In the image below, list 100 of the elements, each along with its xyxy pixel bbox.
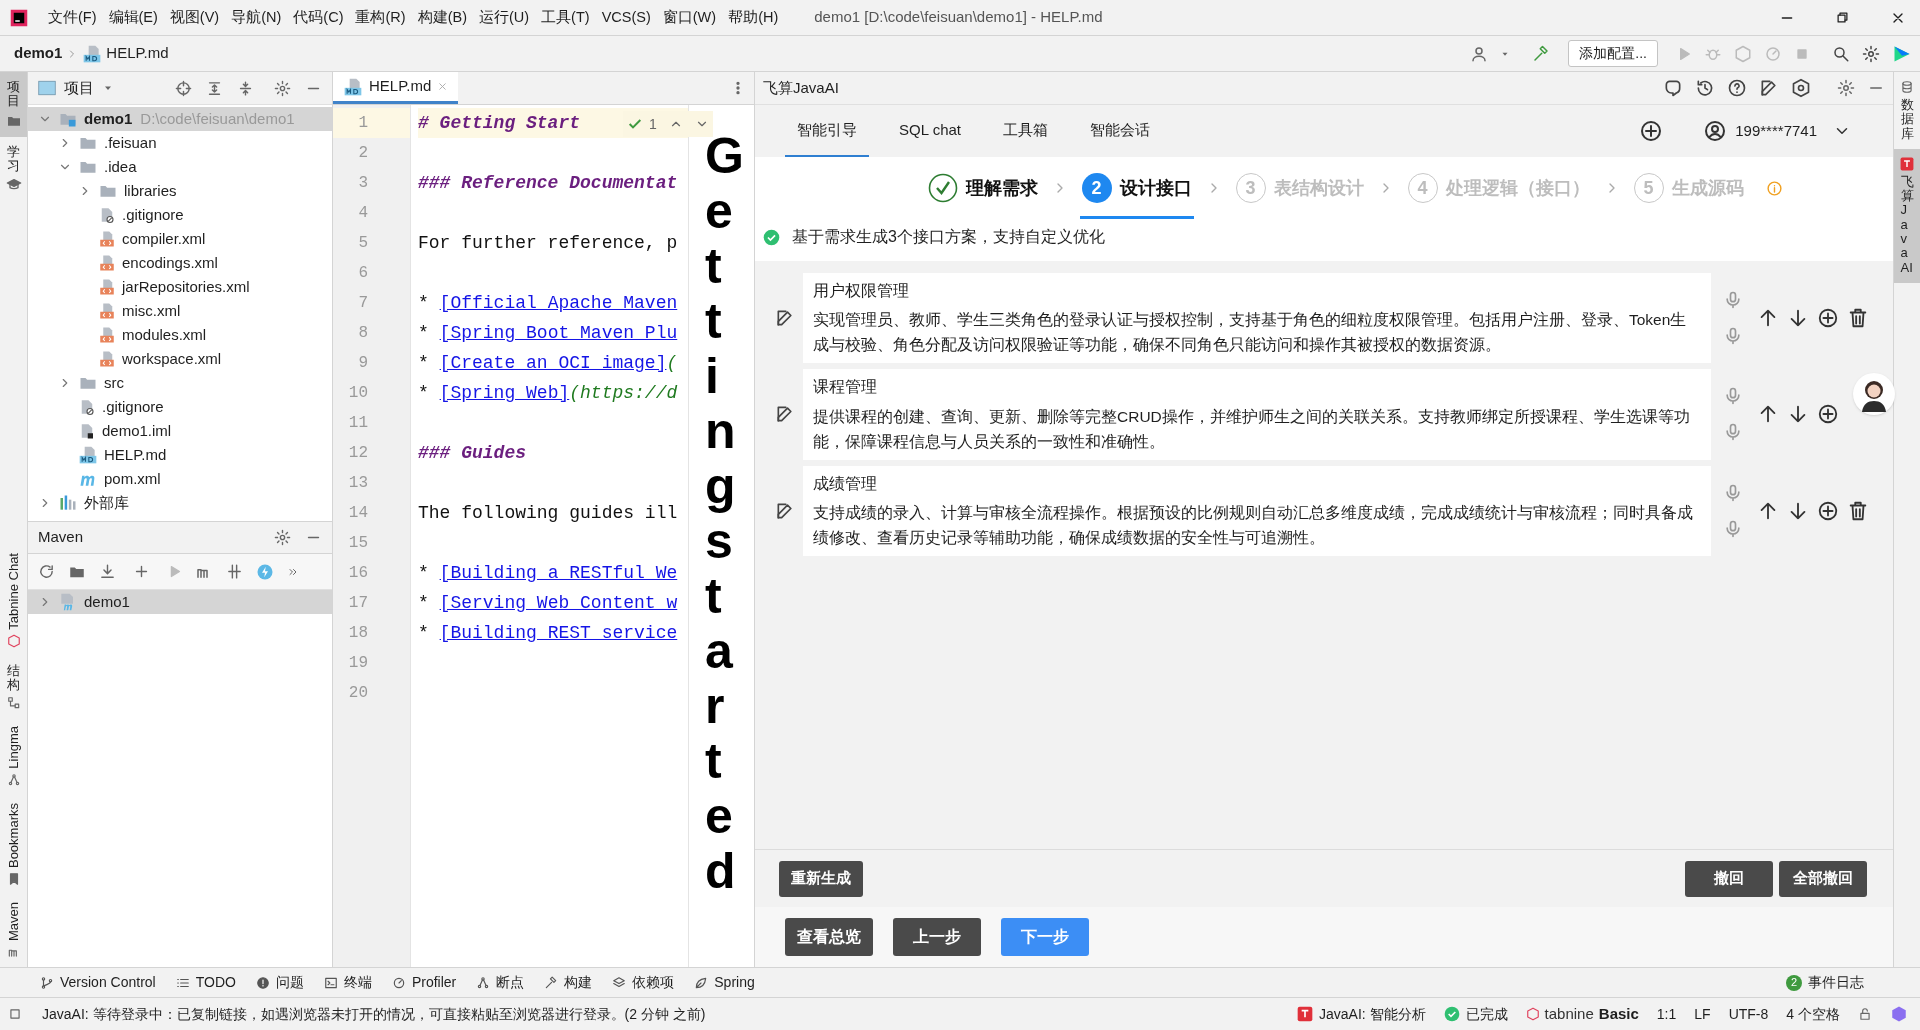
tree-item[interactable]: workspace.xml <box>28 347 332 371</box>
tool-window-button[interactable]: 断点 <box>476 972 525 993</box>
nav-button[interactable]: 上一步 <box>893 918 981 956</box>
status-item[interactable]: UTF-8 <box>1728 1003 1769 1025</box>
tree-item[interactable]: .idea <box>28 155 332 179</box>
locate-icon[interactable] <box>175 79 192 97</box>
event-log-button[interactable]: 2 事件日志 <box>1786 972 1864 993</box>
status-item[interactable]: tabnine <box>1544 1002 1594 1026</box>
tree-item[interactable]: .gitignore <box>28 395 332 419</box>
tool-window-tab[interactable]: Lingma <box>0 718 27 795</box>
app-logo-icon[interactable] <box>10 8 28 27</box>
settings-icon[interactable] <box>1862 44 1880 63</box>
step-tab[interactable]: 理解需求 <box>925 157 1040 219</box>
assistant-icon[interactable] <box>1890 1005 1908 1023</box>
status-item[interactable]: Basic <box>1598 1002 1639 1026</box>
menu-item[interactable]: 代码(C) <box>287 6 350 29</box>
tree-item[interactable]: modules.xml <box>28 323 332 347</box>
code-link[interactable]: [Spring Boot Maven Plu <box>439 319 678 347</box>
status-item[interactable]: JavaAI: 智能分析 <box>1319 1003 1426 1025</box>
tree-item[interactable]: demo1.iml <box>28 419 332 443</box>
settings-icon[interactable] <box>274 79 291 97</box>
tree-item[interactable]: compiler.xml <box>28 227 332 251</box>
action-button[interactable]: 撤回 <box>1685 860 1773 897</box>
add-icon[interactable] <box>1639 119 1664 143</box>
status-item[interactable]: LF <box>1694 1003 1711 1025</box>
tool-window-tab[interactable]: 数据库 <box>1894 72 1920 149</box>
code-link[interactable]: [Building REST service <box>439 619 678 647</box>
panel-tab[interactable]: SQL chat <box>887 105 973 157</box>
tool-window-button[interactable]: 构建 <box>544 972 593 993</box>
menu-item[interactable]: VCS(S) <box>595 6 657 29</box>
tree-item[interactable]: src <box>28 371 332 395</box>
menu-item[interactable]: 导航(N) <box>225 6 288 29</box>
status-item[interactable]: 1:1 <box>1656 1003 1677 1025</box>
help-icon[interactable] <box>1727 78 1747 98</box>
run-config-button[interactable]: 添加配置... <box>1568 40 1658 67</box>
tool-window-tab[interactable]: Tabnine Chat <box>0 545 27 656</box>
menu-item[interactable]: 工具(T) <box>535 6 596 29</box>
menu-item[interactable]: 编辑(E) <box>102 6 164 29</box>
menu-item[interactable]: 构建(B) <box>411 6 473 29</box>
tool-window-button[interactable]: 问题 <box>255 972 304 993</box>
editor-tab[interactable]: HELP.md <box>333 72 459 104</box>
panel-title[interactable]: 项目 <box>64 76 94 100</box>
reload-icon[interactable] <box>38 563 55 580</box>
settings-icon[interactable] <box>274 529 291 546</box>
history-icon[interactable] <box>1695 78 1715 98</box>
tree-item[interactable]: .gitignore <box>28 203 332 227</box>
tool-window-tab[interactable]: 结构 <box>0 655 27 719</box>
menu-item[interactable]: 窗口(W) <box>656 6 723 29</box>
code-link[interactable]: [Serving Web Content w <box>439 589 678 617</box>
panel-tab[interactable]: 工具箱 <box>991 105 1060 157</box>
tool-windows-icon[interactable] <box>8 1007 22 1021</box>
read-only-icon[interactable] <box>1858 1007 1872 1021</box>
tree-item[interactable]: demo1 D:\code\feisuan\demo1 <box>28 107 332 131</box>
tree-item[interactable]: .feisuan <box>28 131 332 155</box>
tree-item[interactable]: demo1 <box>28 590 332 614</box>
settings-hex-icon[interactable] <box>1791 78 1811 98</box>
tree-item[interactable]: 外部库 <box>28 491 332 515</box>
tool-window-tab[interactable]: 学习 <box>0 136 27 202</box>
step-tab[interactable]: 2 设计接口 <box>1079 157 1194 219</box>
tree-item[interactable]: misc.xml <box>28 299 332 323</box>
add-icon[interactable] <box>1816 499 1839 522</box>
tool-window-button[interactable]: Version Control <box>40 972 156 993</box>
tool-window-button[interactable]: TODO <box>175 972 236 993</box>
build-hammer-icon[interactable] <box>1532 44 1551 63</box>
tree-item[interactable]: libraries <box>28 179 332 203</box>
code-link[interactable]: [Create an OCI image] <box>439 349 667 377</box>
interface-card[interactable]: 用户权限管理 实现管理员、教师、学生三类角色的登录认证与授权控制，支持基于角色的细粒度权限管理。包括用户注册、登录、Token生成与校验、角色分配及访问权限验证等功能，确保不同角色只能访问和操作其被授权的数据资源。 <box>803 273 1711 364</box>
add-icon[interactable] <box>1816 403 1839 426</box>
menu-item[interactable]: 重构(R) <box>349 6 412 29</box>
status-item[interactable]: 4 个空格 <box>1786 1003 1840 1025</box>
tool-window-button[interactable]: 依赖项 <box>612 972 675 993</box>
edit-icon[interactable] <box>1759 78 1779 98</box>
add-icon[interactable] <box>1816 307 1839 330</box>
assistant-avatar[interactable] <box>1853 373 1895 415</box>
code-link[interactable]: [Spring Web] <box>439 379 570 407</box>
menu-item[interactable]: 运行(U) <box>472 6 536 29</box>
interface-card[interactable]: 课程管理 提供课程的创建、查询、更新、删除等完整CRUD操作，并维护师生之间的关联关系。支持教师绑定所授课程、学生选课等功能，保障课程信息与人员关系的一致性和准确性。 <box>803 369 1711 460</box>
menu-item[interactable]: 视图(V) <box>163 6 226 29</box>
account-name[interactable]: 199****7741 <box>1735 119 1817 143</box>
download-icon[interactable] <box>99 563 116 580</box>
interface-card[interactable]: 成绩管理 支持成绩的录入、计算与审核全流程操作。根据预设的比例规则自动汇总多维度成绩，完成成绩统计与审核流程；同时具备成绩修改、查看历史记录等辅助功能，确保成绩数据的安全性与可追溯性。 <box>803 465 1711 556</box>
menu-item[interactable]: 文件(F) <box>42 6 103 29</box>
action-button[interactable]: 重新生成 <box>779 860 863 897</box>
action-button[interactable]: 全部撤回 <box>1779 860 1867 897</box>
breadcrumb-item[interactable]: HELP.md <box>106 42 169 65</box>
add-icon[interactable] <box>133 563 150 580</box>
edit-icon[interactable] <box>775 404 795 425</box>
restore-icon[interactable] <box>1835 10 1850 25</box>
tool-window-tab[interactable]: Maven <box>0 893 27 967</box>
breadcrumb-item[interactable]: demo1 <box>14 42 63 65</box>
tool-window-tab[interactable]: 飞算JavaAI <box>1894 148 1920 283</box>
expand-all-icon[interactable] <box>206 79 223 97</box>
search-icon[interactable] <box>1832 44 1850 63</box>
toggle-offline-icon[interactable] <box>226 563 243 580</box>
code-link[interactable]: [Official Apache Maven <box>439 289 678 317</box>
menu-item[interactable]: 帮助(H) <box>722 6 785 29</box>
tool-window-button[interactable]: Profiler <box>391 972 457 993</box>
user-icon[interactable] <box>1470 44 1489 63</box>
tool-window-tab[interactable]: Bookmarks <box>0 794 27 894</box>
tree-item[interactable]: encodings.xml <box>28 251 332 275</box>
